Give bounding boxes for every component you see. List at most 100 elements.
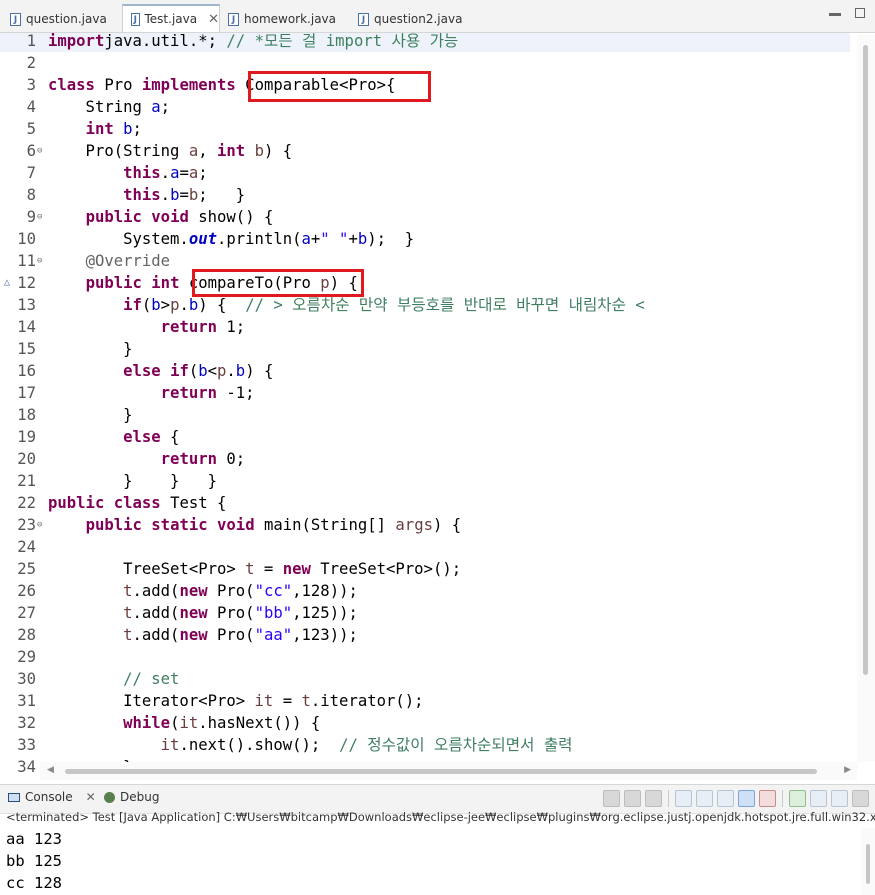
minimize-icon[interactable] [829,13,841,16]
highlight-box-comparable [248,71,431,102]
java-file-icon: J [10,12,21,26]
code-line[interactable]: 11 ⊖ @Override [0,250,850,272]
scroll-right-icon[interactable]: ▶ [844,765,851,775]
code-text: this.b=b; } [123,186,246,204]
fold-toggle-icon[interactable]: ⊖ [37,140,42,162]
show-console-on-error-icon[interactable] [759,790,776,807]
editor-vertical-scrollbar[interactable] [857,35,875,762]
code-line[interactable]: 28 t.add(new Pro("aa",123)); [0,624,850,646]
java-file-icon: J [131,12,140,26]
code-line[interactable]: 16 else if(b<p.b) { [0,360,850,382]
show-console-on-output-icon[interactable] [738,790,755,807]
code-text: return 1; [160,318,246,336]
code-line[interactable]: 32 while(it.hasNext()) { [0,712,850,734]
code-text: @Override [85,252,171,270]
code-line[interactable]: 20 return 0; [0,448,850,470]
line-number: 16 [17,362,36,380]
console-output-line: aa 123 [6,830,62,848]
console-vertical-scrollbar[interactable] [861,828,875,895]
line-number: 4 [26,98,36,116]
tab-test-java[interactable]: J Test.java ✕ [122,4,220,32]
vertical-scroll-thumb[interactable] [863,45,868,675]
horizontal-scroll-thumb[interactable] [65,769,817,774]
scroll-left-icon[interactable]: ◀ [47,765,54,775]
display-selected-console-icon[interactable] [810,790,827,807]
code-line[interactable]: 9 ⊖ public void show() { [0,206,850,228]
line-number: 19 [17,428,36,446]
line-number: 34 [17,758,36,776]
code-line[interactable]: 15 } [0,338,850,360]
tab-console[interactable]: Console ✕ [8,790,96,804]
code-text: Pro(String a, int b) { [48,142,293,160]
pin-console-icon[interactable] [789,790,806,807]
code-line[interactable]: 1 importjava.util.*; // *모든 걸 import 사용 가… [0,33,850,52]
line-number: 13 [17,296,36,314]
code-text: String a; [48,98,171,116]
editor-horizontal-scrollbar[interactable]: ◀ ▶ [40,762,857,780]
line-number: 2 [26,54,36,72]
tab-question-java[interactable]: J question.java [2,7,120,31]
code-line[interactable]: 30 // set [0,668,850,690]
code-line[interactable]: 5 int b; [0,118,850,140]
line-number: 5 [26,120,36,138]
tab-label: question2.java [374,12,463,26]
tab-homework-java[interactable]: J homework.java [220,7,348,31]
code-line[interactable]: 19 else { [0,426,850,448]
code-line[interactable]: 8 this.b=b; } [0,184,850,206]
code-text: else { [123,428,180,446]
close-icon[interactable]: ✕ [86,790,96,804]
code-line[interactable]: 22 public class Test { [0,492,850,514]
line-number: 21 [17,472,36,490]
code-text: this.a=a; [123,164,208,182]
fold-toggle-icon[interactable]: ⊖ [37,206,42,228]
code-line[interactable]: 31 Iterator<Pro> it = t.iterator(); [0,690,850,712]
code-line[interactable]: 27 t.add(new Pro("bb",125)); [0,602,850,624]
fold-toggle-icon[interactable]: ⊖ [37,250,42,272]
terminate-icon[interactable] [603,790,620,807]
word-wrap-icon[interactable] [717,790,734,807]
code-line[interactable]: 14 return 1; [0,316,850,338]
code-text: importjava.util.*; // *모든 걸 import 사용 가능 [48,33,459,50]
line-number: 27 [17,604,36,622]
code-line[interactable]: 21 } } } [0,470,850,492]
code-text: while(it.hasNext()) { [123,714,321,732]
scroll-lock-icon[interactable] [696,790,713,807]
tab-debug[interactable]: Debug [104,790,159,804]
fold-toggle-icon[interactable]: ⊖ [37,514,42,536]
close-icon[interactable]: ✕ [208,12,219,27]
code-line[interactable]: 26 t.add(new Pro("cc",128)); [0,580,850,602]
line-number: 25 [17,560,36,578]
tab-label: Test.java [144,12,198,26]
code-line[interactable]: 10 System.out.println(a+" "+b); } [0,228,850,250]
code-line[interactable]: 13 if(b>p.b) { // > 오름차순 만약 부등호를 반대로 바꾸면… [0,294,850,316]
line-number: 14 [17,318,36,336]
code-line[interactable]: 33 it.next().show(); // 정수값이 오름차순되면서 출력 [0,734,850,756]
code-line[interactable]: 29 [0,646,850,668]
code-editor[interactable]: 1 importjava.util.*; // *모든 걸 import 사용 가… [0,33,875,781]
line-number: 31 [17,692,36,710]
code-line[interactable]: 18 } [0,404,850,426]
line-number: 3 [26,76,36,94]
code-line[interactable]: 24 [0,536,850,558]
view-menu-icon[interactable] [852,790,869,807]
code-text: // set [123,670,180,688]
line-number: 20 [17,450,36,468]
remove-launch-icon[interactable] [624,790,641,807]
code-line[interactable]: 25 TreeSet<Pro> t = new TreeSet<Pro>(); [0,558,850,580]
maximize-icon[interactable] [855,8,865,18]
code-line[interactable]: 12 △ public int compareTo(Pro p) { [0,272,850,294]
code-line[interactable]: 7 this.a=a; [0,162,850,184]
code-line[interactable]: 17 return -1; [0,382,850,404]
console-scroll-thumb[interactable] [866,844,870,884]
line-number: 7 [26,164,36,182]
open-console-icon[interactable] [831,790,848,807]
code-line[interactable]: 23 ⊖ public static void main(String[] arg… [0,514,850,536]
line-number: 29 [17,648,36,666]
code-line[interactable]: 6 ⊖ Pro(String a, int b) { [0,140,850,162]
clear-console-icon[interactable] [675,790,692,807]
line-number: 33 [17,736,36,754]
code-text: public static void main(String[] args) { [85,516,462,534]
tab-question2-java[interactable]: J question2.java [350,7,480,31]
remove-all-launches-icon[interactable] [645,790,662,807]
code-text: } [48,406,133,424]
